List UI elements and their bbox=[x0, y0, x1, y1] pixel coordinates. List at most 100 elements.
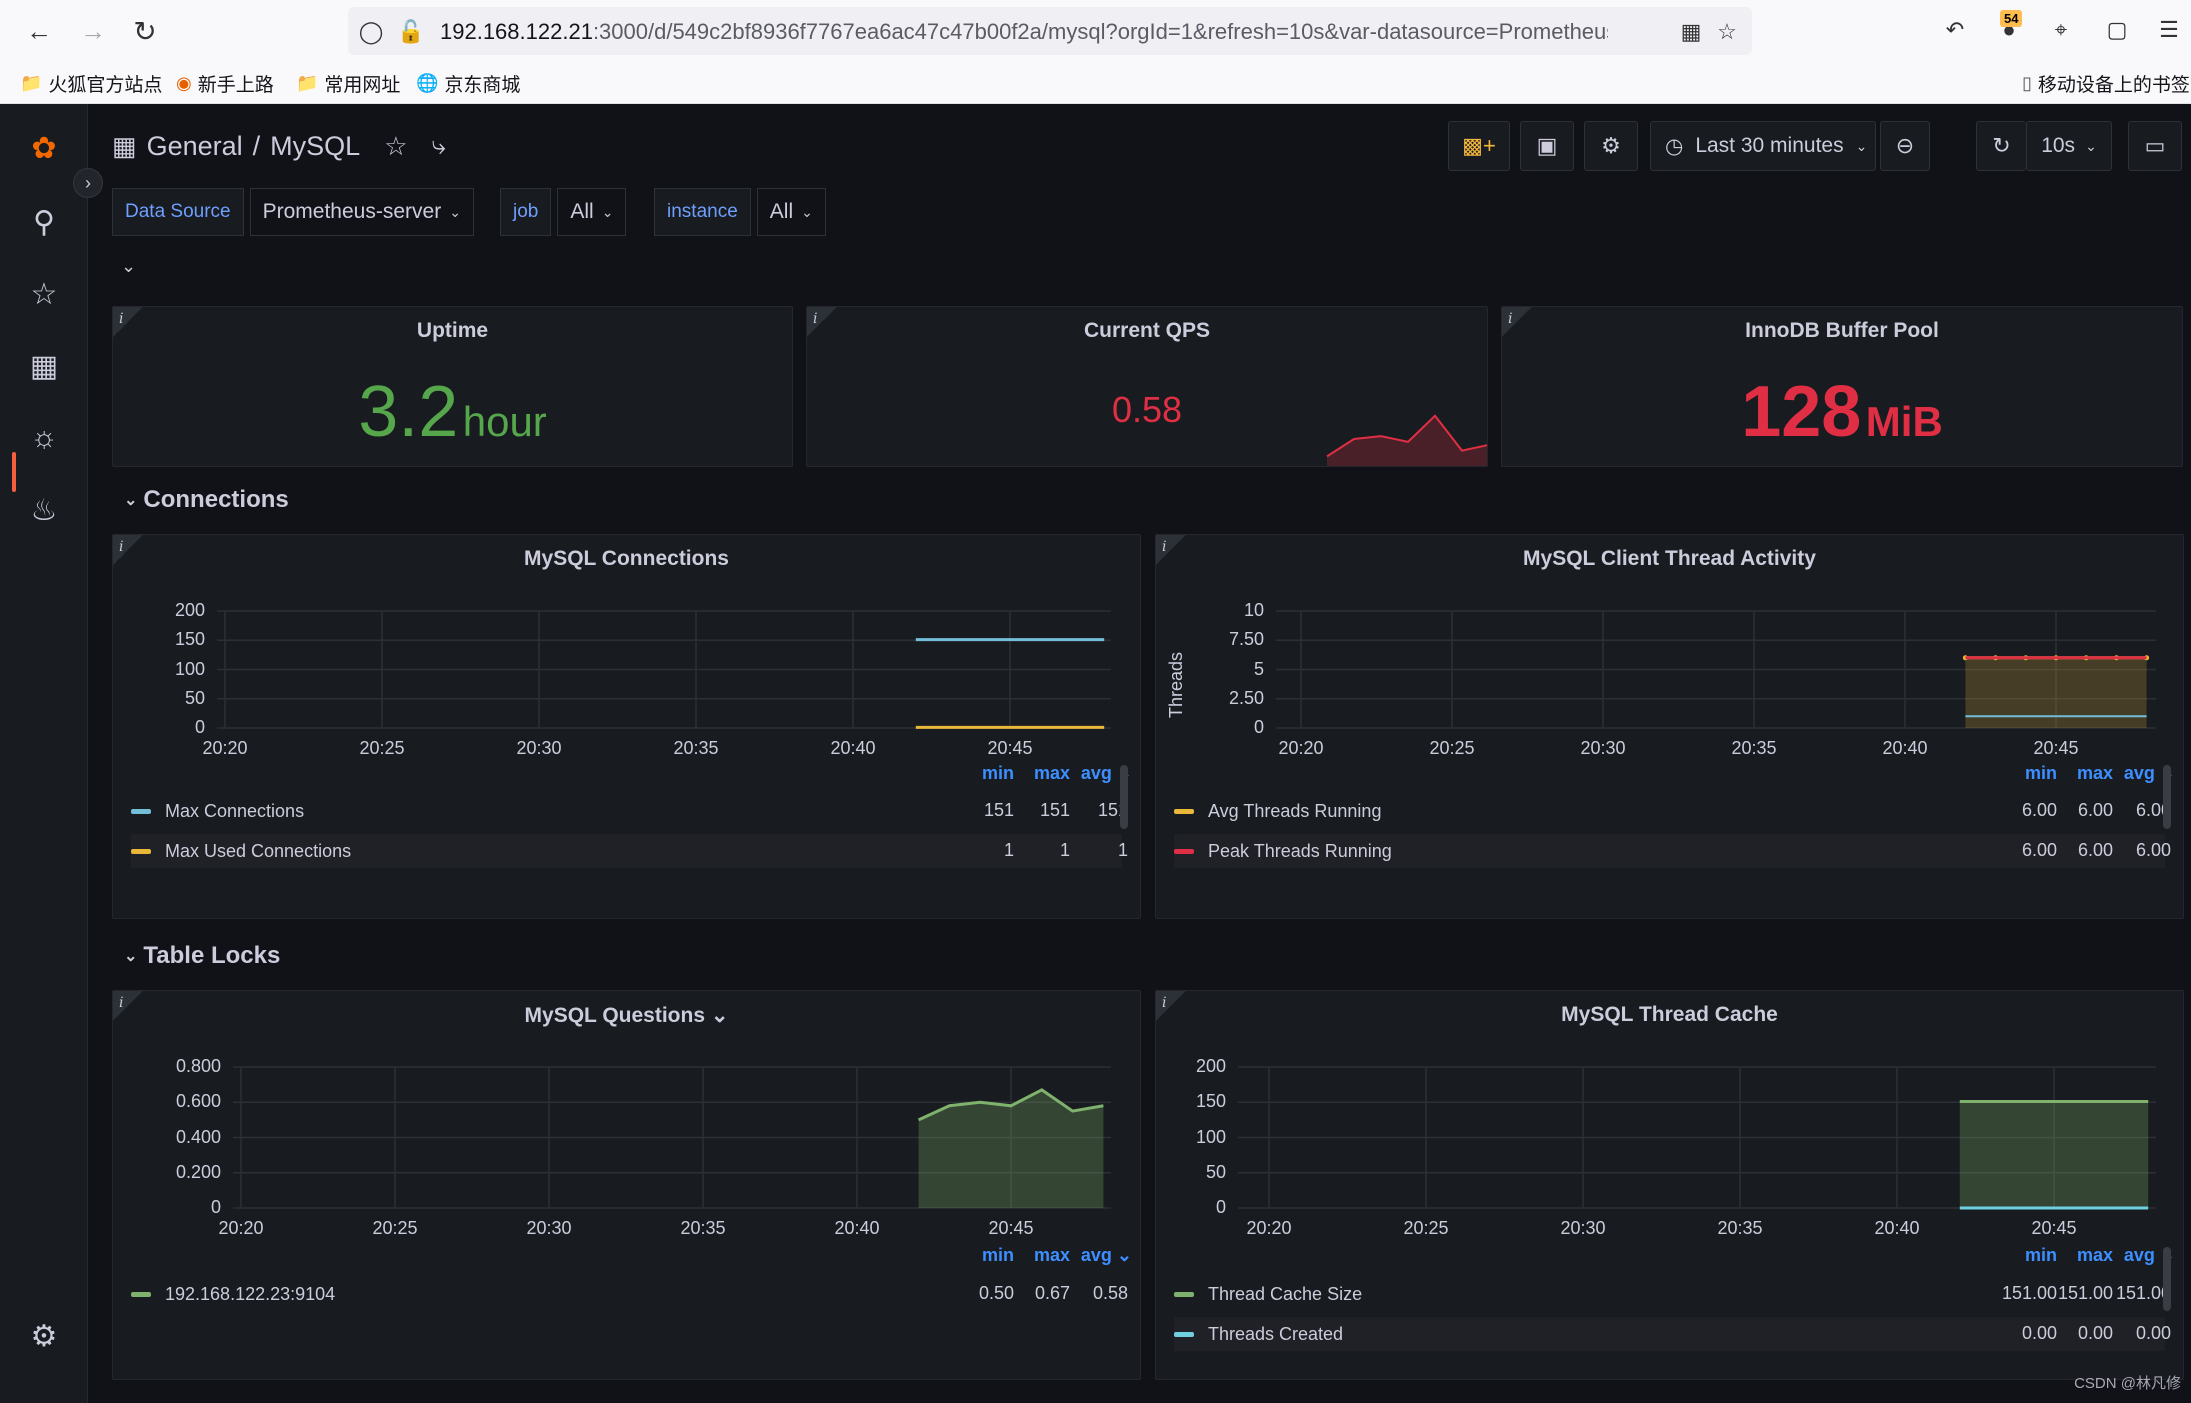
legend-scrollbar[interactable] bbox=[2163, 765, 2171, 829]
legend-swatch bbox=[131, 848, 151, 854]
row-collapse-icon[interactable]: ⌄ bbox=[121, 256, 136, 277]
firefox-icon: ◉ bbox=[176, 73, 192, 93]
side-menu: ✿ ⚲ ☆ ▦ ☼ ♨ ⚙ bbox=[0, 104, 88, 1403]
star-icon[interactable]: ☆ bbox=[384, 131, 407, 162]
legend-sort-min[interactable]: min bbox=[954, 763, 1014, 784]
alerting-bell-icon[interactable]: ♨ bbox=[22, 488, 66, 532]
y-tick-label: 0 bbox=[194, 717, 205, 737]
qr-code-icon[interactable]: ▦ bbox=[1678, 19, 1704, 45]
chevron-down-icon: ⌄ bbox=[449, 203, 461, 220]
graph-canvas bbox=[1238, 1066, 2156, 1210]
bookmark-star-icon[interactable]: ☆ bbox=[1714, 19, 1740, 45]
extension-badge: 54 bbox=[2000, 10, 2023, 27]
variable-select[interactable]: All ⌄ bbox=[756, 188, 826, 236]
insecure-lock-icon[interactable]: 🔓 bbox=[397, 19, 424, 45]
bookmark-item[interactable]: ◉ 新手上路 bbox=[176, 70, 274, 97]
menu-icon[interactable]: ☰ bbox=[2156, 17, 2182, 43]
legend-sort-max[interactable]: max bbox=[1010, 763, 1070, 784]
folder-icon: 📁 bbox=[20, 73, 43, 93]
grafana-logo-icon[interactable]: ✿ bbox=[22, 126, 66, 170]
panel-title: Uptime bbox=[416, 319, 489, 342]
search-icon[interactable]: ⚲ bbox=[22, 200, 66, 244]
legend-swatch bbox=[131, 1291, 151, 1297]
legend-sort-avg[interactable]: avg ⌄ bbox=[1072, 1245, 1132, 1266]
row-connections[interactable]: ⌄ Connections bbox=[124, 486, 289, 514]
legend-sort-max[interactable]: max bbox=[2053, 763, 2113, 784]
add-panel-button[interactable]: ▩+ bbox=[1448, 121, 1510, 171]
time-picker-button[interactable]: ◷ Last 30 minutes ⌄ bbox=[1650, 121, 1876, 171]
reload-icon[interactable]: ↻ bbox=[128, 14, 162, 48]
configuration-gear-icon[interactable]: ⚙ bbox=[22, 1314, 66, 1358]
x-tick-label: 20:25 bbox=[372, 1218, 418, 1238]
forward-icon[interactable]: → bbox=[76, 14, 110, 48]
starred-icon[interactable]: ☆ bbox=[22, 272, 66, 316]
zoom-out-icon[interactable]: ⊖ bbox=[1880, 121, 1930, 171]
y-tick-label: 0.600 bbox=[175, 1091, 221, 1112]
y-tick-label: 0 bbox=[1253, 717, 1264, 737]
dashboard-title: ▦ General / MySQL ☆ ⤷ bbox=[112, 130, 446, 162]
series-area bbox=[1965, 657, 2147, 728]
undo-icon[interactable]: ↶ bbox=[1942, 17, 1968, 43]
y-tick-label: 100 bbox=[174, 658, 205, 679]
y-tick-label: 150 bbox=[174, 629, 205, 650]
variable-select[interactable]: Prometheus-server ⌄ bbox=[249, 188, 474, 236]
y-tick-label: 100 bbox=[1195, 1126, 1226, 1147]
row-table-locks[interactable]: ⌄ Table Locks bbox=[124, 942, 280, 970]
breadcrumb-separator: / bbox=[252, 130, 261, 161]
refresh-icon[interactable]: ↻ bbox=[1976, 121, 2026, 171]
mobile-bookmarks[interactable]: ▯ 移动设备上的书签 bbox=[2022, 70, 2190, 97]
settings-gear-icon[interactable]: ⚙ bbox=[1584, 121, 1638, 171]
x-tick-label: 20:30 bbox=[1580, 738, 1626, 758]
dashboards-icon[interactable]: ▦ bbox=[22, 344, 66, 388]
stat-value: 128 MiB bbox=[1741, 372, 1943, 452]
variable-select[interactable]: All ⌄ bbox=[557, 188, 627, 236]
tv-mode-icon[interactable]: ▭ bbox=[2128, 121, 2182, 171]
shield-icon[interactable]: ◯ bbox=[358, 19, 384, 45]
uptime-panel: i Uptime 3.2 hour bbox=[112, 306, 793, 467]
x-tick-label: 20:30 bbox=[526, 1218, 572, 1238]
mysql-connections-panel: i MySQL Connections 200 150 100 50 0 20:20 20:25… bbox=[112, 534, 1141, 919]
dashboard-grid-icon: ▦ bbox=[112, 130, 137, 161]
x-tick-label: 20:30 bbox=[516, 738, 562, 758]
chevron-down-icon: ⌄ bbox=[1855, 137, 1868, 154]
variable-value: Prometheus-server bbox=[262, 200, 442, 223]
share-icon[interactable]: ⤷ bbox=[432, 130, 447, 162]
x-tick-label: 20:35 bbox=[673, 738, 719, 758]
refresh-interval-picker[interactable]: 10s ⌄ bbox=[2026, 121, 2112, 171]
folder-icon: 📁 bbox=[296, 73, 319, 93]
bookmark-item[interactable]: 🌐 京东商城 bbox=[416, 70, 520, 97]
legend-sort-min[interactable]: min bbox=[1997, 1245, 2057, 1266]
row-title: Connections bbox=[143, 486, 289, 513]
legend-series-name: Peak Threads Running bbox=[1208, 840, 1392, 861]
legend-avg-value: 6.00 bbox=[2135, 800, 2171, 820]
breadcrumb-folder[interactable]: General bbox=[147, 131, 243, 162]
extensions-icon[interactable]: ▢ bbox=[2104, 17, 2130, 43]
save-icon[interactable]: ▣ bbox=[1520, 121, 1574, 171]
legend-sort-min[interactable]: min bbox=[1997, 763, 2057, 784]
url-bar[interactable]: ◯ 🔓 192.168.122.21:3000/d/549c2bf8936f77… bbox=[348, 7, 1752, 55]
explore-icon[interactable]: ☼ bbox=[22, 416, 66, 460]
crop-icon[interactable]: ⌖ bbox=[2048, 17, 2074, 43]
dashboard-main: ▦ General / MySQL ☆ ⤷ ▩+ ▣ ⚙ ◷ Last 30 m… bbox=[88, 104, 2191, 1403]
phone-icon: ▯ bbox=[2022, 73, 2032, 93]
x-tick-label: 20:45 bbox=[988, 1218, 1034, 1238]
back-icon[interactable]: ← bbox=[22, 14, 56, 48]
legend-avg-value: 151 bbox=[1097, 800, 1128, 820]
url-text[interactable]: 192.168.122.21:3000/d/549c2bf8936f7767ea… bbox=[440, 19, 1608, 45]
row-title: Table Locks bbox=[143, 942, 281, 969]
bookmark-item[interactable]: 📁 常用网址 bbox=[296, 70, 400, 97]
legend-series-name: 192.168.122.23:9104 bbox=[165, 1283, 336, 1304]
expand-menu-button[interactable]: › bbox=[73, 168, 103, 198]
chevron-down-icon: ⌄ bbox=[601, 203, 614, 220]
breadcrumb-dashboard[interactable]: MySQL bbox=[270, 131, 360, 162]
bookmark-item[interactable]: 📁 火狐官方站点 bbox=[20, 70, 162, 97]
legend-sort-max[interactable]: max bbox=[1010, 1245, 1070, 1266]
chevron-down-icon: ⌄ bbox=[124, 492, 138, 509]
x-tick-label: 20:20 bbox=[1278, 738, 1324, 758]
legend-sort-max[interactable]: max bbox=[2053, 1245, 2113, 1266]
legend-sort-min[interactable]: min bbox=[954, 1245, 1014, 1266]
legend-swatch bbox=[131, 808, 151, 814]
series-area bbox=[1959, 1101, 2149, 1208]
legend-scrollbar[interactable] bbox=[1120, 765, 1128, 829]
legend-scrollbar[interactable] bbox=[2163, 1247, 2171, 1311]
